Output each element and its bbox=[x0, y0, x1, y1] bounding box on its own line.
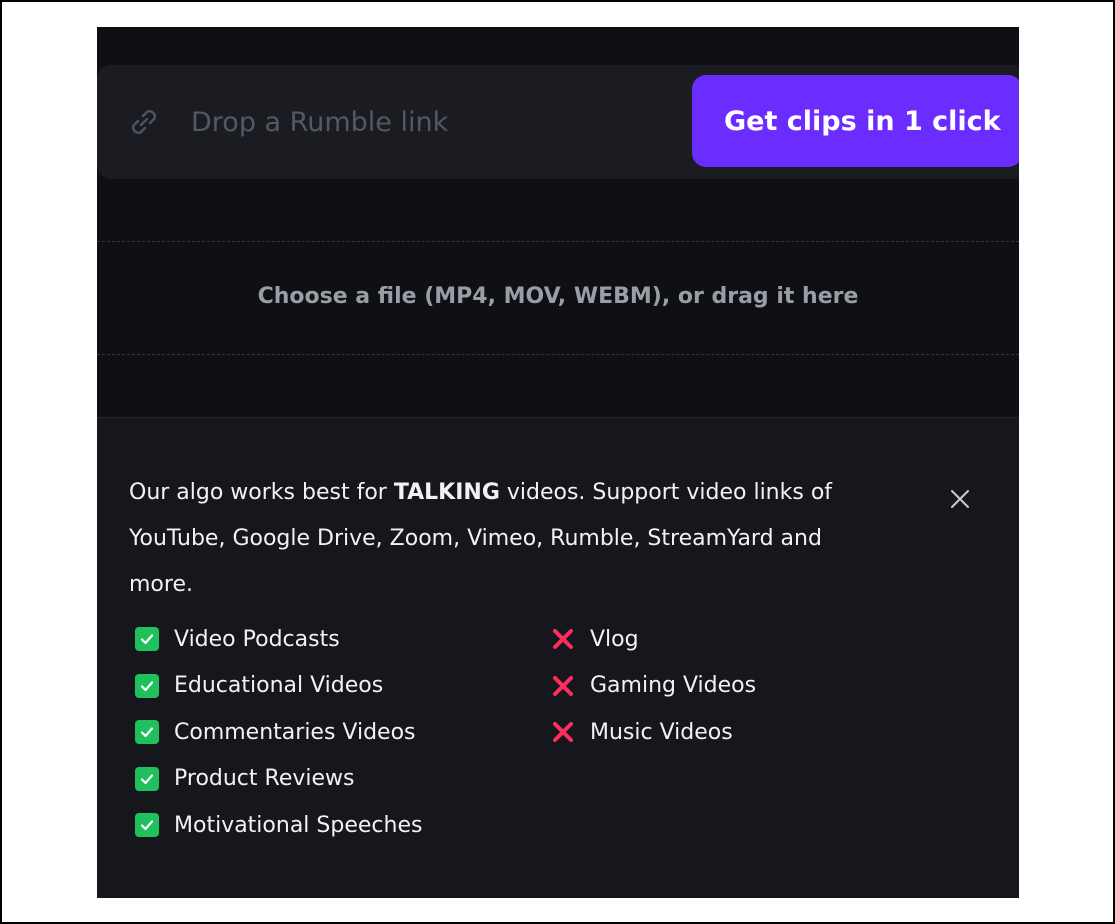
list-item: Video Podcasts bbox=[135, 616, 422, 663]
list-item: Educational Videos bbox=[135, 663, 422, 710]
unsupported-label: Vlog bbox=[590, 626, 639, 652]
rumble-link-input[interactable] bbox=[191, 65, 671, 179]
list-item: Music Videos bbox=[550, 709, 756, 756]
unsupported-label: Music Videos bbox=[590, 719, 733, 745]
unsupported-label: Gaming Videos bbox=[590, 673, 757, 699]
unsupported-video-types: Vlog Gaming Videos Music Videos bbox=[550, 616, 756, 756]
cross-icon bbox=[550, 626, 576, 652]
info-text-prefix: Our algo works best for bbox=[129, 480, 394, 505]
check-icon bbox=[135, 813, 159, 838]
supported-video-types: Video Podcasts Educational Videos Commen… bbox=[135, 616, 422, 849]
supported-label: Product Reviews bbox=[174, 766, 355, 792]
clip-generator-panel: Get clips in 1 click Choose a file (MP4,… bbox=[97, 27, 1019, 898]
supported-label: Educational Videos bbox=[174, 673, 384, 699]
list-item: Commentaries Videos bbox=[135, 709, 422, 756]
list-item: Vlog bbox=[550, 616, 756, 663]
close-icon[interactable] bbox=[947, 486, 973, 512]
check-icon bbox=[135, 720, 159, 745]
supported-label: Commentaries Videos bbox=[174, 719, 416, 745]
link-icon bbox=[124, 102, 164, 142]
drop-zone-label: Choose a file (MP4, MOV, WEBM), or drag … bbox=[257, 284, 859, 309]
check-icon bbox=[135, 673, 159, 698]
info-text-emphasis: TALKING bbox=[393, 480, 500, 505]
get-clips-button[interactable]: Get clips in 1 click bbox=[692, 75, 1019, 167]
link-input-bar: Get clips in 1 click bbox=[97, 65, 1019, 179]
check-icon bbox=[135, 627, 159, 652]
cross-icon bbox=[550, 673, 576, 699]
info-description: Our algo works best for TALKING videos. … bbox=[129, 470, 889, 608]
supported-label: Video Podcasts bbox=[174, 626, 340, 652]
list-item: Product Reviews bbox=[135, 756, 422, 803]
cross-icon bbox=[550, 719, 576, 745]
supported-videos-info: Our algo works best for TALKING videos. … bbox=[97, 417, 1019, 898]
file-drop-zone[interactable]: Choose a file (MP4, MOV, WEBM), or drag … bbox=[97, 241, 1019, 355]
supported-label: Motivational Speeches bbox=[174, 812, 423, 838]
list-item: Motivational Speeches bbox=[135, 802, 422, 849]
check-icon bbox=[135, 766, 159, 791]
list-item: Gaming Videos bbox=[550, 663, 756, 710]
